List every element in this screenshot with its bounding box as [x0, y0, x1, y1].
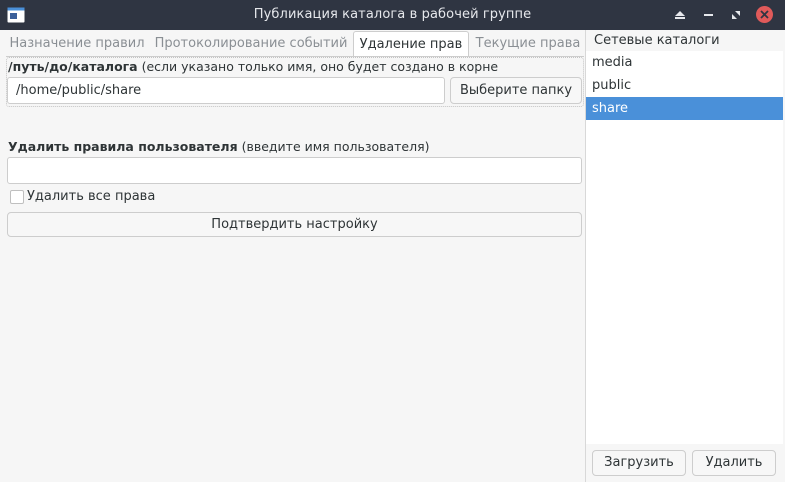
tab-event-logging[interactable]: Протоколирование событий	[152, 31, 350, 56]
minimize-icon[interactable]	[700, 7, 716, 23]
remove-rights-panel: /путь/до/каталога (если указано только и…	[6, 57, 584, 482]
list-item[interactable]: share	[586, 97, 783, 120]
path-label-bold: /путь/до/каталога	[8, 59, 138, 74]
network-folders-title: Сетевые каталоги	[594, 33, 720, 48]
network-folders-panel: Сетевые каталоги media public share Загр…	[585, 30, 785, 482]
tab-remove-rights[interactable]: Удаление прав	[353, 31, 469, 56]
list-item[interactable]: public	[586, 74, 783, 97]
user-label: Удалить правила пользователя (введите им…	[8, 139, 430, 154]
delete-button[interactable]: Удалить	[692, 450, 776, 476]
confirm-settings-button[interactable]: Подтвердить настройку	[7, 212, 582, 237]
tab-bar: Назначение правил Протоколирование событ…	[6, 31, 584, 56]
tab-current-rights[interactable]: Текущие права	[472, 31, 584, 56]
username-input[interactable]	[7, 157, 582, 184]
user-label-bold: Удалить правила пользователя	[8, 139, 238, 154]
path-label: /путь/до/каталога (если указано только и…	[8, 59, 498, 74]
restore-icon[interactable]	[728, 7, 744, 23]
main-window: Назначение правил Протоколирование событ…	[0, 30, 785, 482]
user-label-hint: (введите имя пользователя)	[241, 139, 430, 154]
keep-above-icon[interactable]	[672, 7, 688, 23]
network-folders-list: media public share	[586, 51, 783, 444]
list-item[interactable]: media	[586, 51, 783, 74]
delete-all-label[interactable]: Удалить все права	[27, 189, 155, 204]
choose-folder-button[interactable]: Выберите папку	[450, 77, 582, 104]
path-input[interactable]: /home/public/share	[7, 77, 445, 104]
close-icon[interactable]	[756, 6, 773, 23]
window-title: Публикация каталога в рабочей группе	[253, 7, 532, 22]
path-label-hint: (если указано только имя, оно будет созд…	[141, 59, 499, 74]
delete-all-checkbox[interactable]	[10, 190, 24, 204]
load-button[interactable]: Загрузить	[592, 450, 686, 476]
title-bar: Публикация каталога в рабочей группе	[0, 0, 785, 30]
tab-rules-assignment[interactable]: Назначение правил	[6, 31, 148, 56]
